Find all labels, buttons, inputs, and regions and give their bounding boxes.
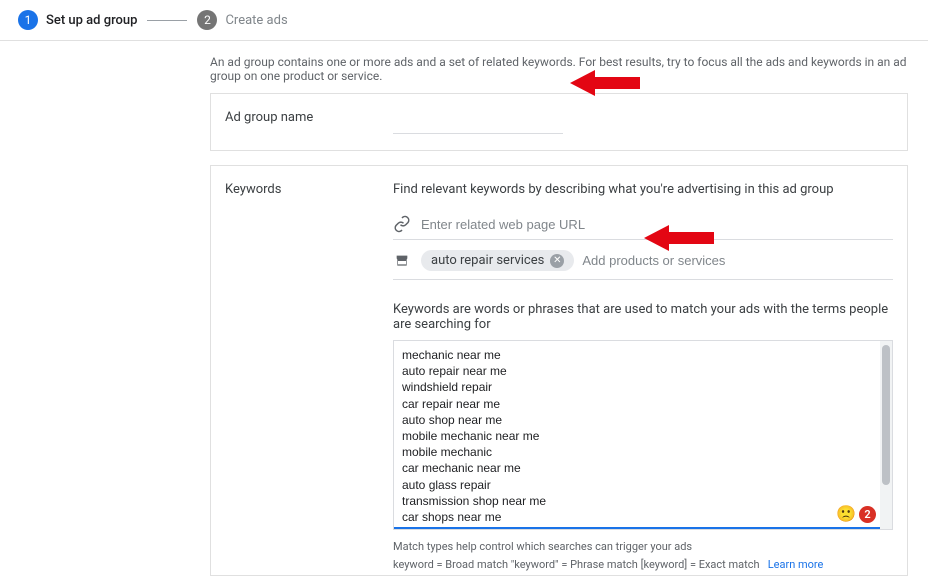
product-chip[interactable]: auto repair services ✕ <box>421 250 574 271</box>
related-url-input[interactable] <box>421 217 893 232</box>
chip-close-icon[interactable]: ✕ <box>550 254 564 268</box>
link-icon <box>393 215 411 233</box>
scrollbar-track[interactable] <box>880 341 892 529</box>
keywords-card: Keywords Find relevant keywords by descr… <box>210 165 908 576</box>
product-row: auto repair services ✕ <box>393 240 893 280</box>
step-1-badge: 1 <box>18 10 38 30</box>
keywords-label: Keywords <box>225 182 393 571</box>
stepper: 1 Set up ad group 2 Create ads <box>0 0 928 41</box>
page-content: An ad group contains one or more ads and… <box>0 41 928 576</box>
step-1-label: Set up ad group <box>46 13 137 28</box>
product-chip-text: auto repair services <box>431 253 544 268</box>
keywords-box: 🙁 2 <box>393 340 893 530</box>
match-examples: keyword = Broad match "keyword" = Phrase… <box>393 558 893 571</box>
step-2-badge: 2 <box>197 10 217 30</box>
url-row <box>393 209 893 240</box>
feedback-face-icon[interactable]: 🙁 <box>836 504 856 523</box>
notification-badge[interactable]: 2 <box>859 506 876 523</box>
learn-more-link[interactable]: Learn more <box>768 558 824 571</box>
scrollbar-thumb[interactable] <box>882 345 890 485</box>
step-2[interactable]: 2 Create ads <box>197 10 287 30</box>
ad-group-name-label: Ad group name <box>225 110 393 134</box>
ad-group-name-card: Ad group name <box>210 93 908 151</box>
step-1[interactable]: 1 Set up ad group <box>18 10 137 30</box>
ad-group-name-input[interactable] <box>393 110 563 134</box>
step-2-label: Create ads <box>225 13 287 28</box>
match-examples-text: keyword = Broad match "keyword" = Phrase… <box>393 558 760 571</box>
intro-text: An ad group contains one or more ads and… <box>210 41 908 93</box>
add-products-input[interactable] <box>582 253 893 268</box>
match-help-text: Match types help control which searches … <box>393 540 893 553</box>
step-divider <box>147 20 187 21</box>
keywords-textarea[interactable] <box>394 341 880 529</box>
keywords-description: Keywords are words or phrases that are u… <box>393 302 893 332</box>
store-icon <box>393 252 411 270</box>
keywords-instruction: Find relevant keywords by describing wha… <box>393 182 893 197</box>
